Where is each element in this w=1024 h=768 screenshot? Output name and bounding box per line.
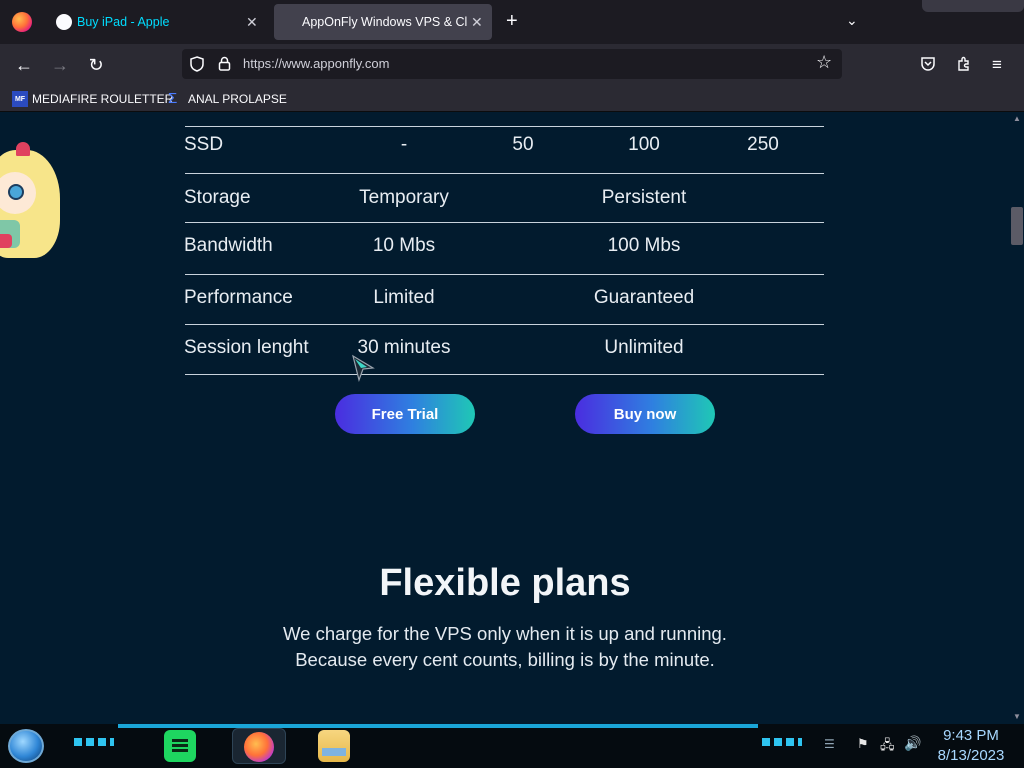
bookmark-mediafire-rouletter[interactable]: MF MEDIAFIRE ROULETTER	[12, 86, 173, 112]
tab-buy-ipad[interactable]: Buy iPad - Apple ✕	[44, 0, 272, 44]
paid-value: Persistent	[601, 187, 687, 208]
row-label: Storage	[184, 187, 251, 208]
arrow-left-icon: ←	[15, 54, 33, 75]
paid-value: 100 Mbs	[607, 235, 681, 256]
menu-hamburger-icon[interactable]: ≡	[992, 55, 1002, 75]
shield-icon[interactable]	[190, 56, 204, 72]
ssd-plan-value: 100	[628, 134, 660, 155]
web-page: SSD - 50 100 250 Storage Temporary Persi…	[0, 112, 1010, 724]
tab-apponfly[interactable]: AppOnFly Windows VPS & Clo ✕	[274, 4, 492, 40]
firefox-logo-icon	[244, 732, 274, 762]
arrow-right-icon: →	[51, 54, 69, 75]
bookmark-label: MEDIAFIRE ROULETTER	[32, 92, 174, 106]
extensions-icon[interactable]	[956, 56, 972, 72]
row-label: SSD	[184, 134, 224, 155]
start-orb-button[interactable]	[8, 729, 44, 763]
list-all-tabs-icon[interactable]: ⌄	[846, 12, 858, 29]
url-bar[interactable]: https://www.apponfly.com ☆	[182, 49, 842, 79]
tab-bar: Buy iPad - Apple ✕ AppOnFly Windows VPS …	[0, 0, 1024, 44]
taskbar-decoration	[762, 738, 802, 746]
action-center-flag-icon[interactable]: ⚑	[857, 736, 869, 752]
reload-icon: ↻	[88, 54, 104, 75]
window-decoration	[922, 0, 1024, 12]
new-tab-icon[interactable]: +	[506, 10, 518, 33]
show-hidden-icons-icon[interactable]: ☰	[824, 737, 835, 751]
back-button[interactable]: ←	[9, 44, 39, 86]
table-divider	[185, 126, 824, 127]
table-divider	[185, 324, 824, 325]
paid-value: Unlimited	[604, 337, 684, 358]
firefox-menu-icon[interactable]	[12, 12, 32, 32]
table-divider	[185, 274, 824, 275]
taskbar-glow	[118, 724, 758, 728]
table-divider	[185, 222, 824, 223]
trial-value: Temporary	[359, 187, 449, 208]
row-label: Session lenght	[184, 337, 309, 358]
ssd-plan-value: 250	[747, 134, 779, 155]
page-scrollbar[interactable]: ▲ ▼	[1010, 112, 1024, 724]
clock-time[interactable]: 9:43 PM	[926, 727, 1016, 744]
paid-value: Guaranteed	[593, 287, 695, 308]
sigma-favicon-icon: Σ	[168, 90, 178, 107]
buy-now-button[interactable]: Buy now	[575, 394, 715, 434]
reload-button[interactable]: ↻	[81, 44, 111, 86]
apple-favicon-icon	[56, 14, 72, 30]
bookmark-anal-prolapse[interactable]: Σ ANAL PROLAPSE	[168, 86, 287, 112]
url-text: https://www.apponfly.com	[243, 56, 390, 71]
firefox-app-icon[interactable]	[232, 728, 286, 764]
ssd-trial-value: -	[400, 134, 408, 155]
close-tab-icon[interactable]: ✕	[246, 14, 258, 31]
section-description-line: We charge for the VPS only when it is up…	[283, 623, 727, 644]
lines-icon	[172, 739, 188, 753]
row-label: Performance	[184, 287, 293, 308]
file-explorer-app-icon[interactable]	[318, 730, 350, 762]
bookmarks-toolbar: MF MEDIAFIRE ROULETTER Σ ANAL PROLAPSE	[0, 86, 1024, 112]
bookmark-label: ANAL PROLAPSE	[188, 92, 287, 106]
lock-icon[interactable]	[218, 56, 231, 71]
ssd-plan-value: 50	[512, 134, 534, 155]
mascot-sticker	[0, 140, 62, 264]
table-divider	[185, 173, 824, 174]
trial-value: Limited	[373, 287, 435, 308]
free-trial-button[interactable]: Free Trial	[335, 394, 475, 434]
spotify-app-icon[interactable]	[164, 730, 196, 762]
table-divider	[185, 374, 824, 375]
folder-tab-icon	[322, 748, 346, 756]
row-label: Bandwidth	[184, 235, 273, 256]
volume-icon[interactable]: 🔊	[904, 735, 921, 752]
network-icon[interactable]: 🖧	[880, 736, 895, 758]
section-description-line: Because every cent counts, billing is by…	[295, 649, 715, 670]
section-title: Flexible plans	[379, 562, 631, 604]
tab-label: Buy iPad - Apple	[77, 15, 170, 29]
mediafire-favicon-icon: MF	[12, 91, 28, 107]
pocket-icon[interactable]	[920, 56, 936, 72]
mascot-eye	[8, 184, 24, 200]
mouse-cursor-icon	[352, 354, 375, 382]
scrollbar-thumb[interactable]	[1011, 207, 1023, 245]
clock-date[interactable]: 8/13/2023	[926, 747, 1016, 764]
mascot-hand	[0, 234, 12, 248]
taskbar: ☰ ⚑ 🖧 🔊 9:43 PM 8/13/2023	[0, 724, 1024, 768]
navigation-toolbar: ← → ↻ https://www.apponfly.com ☆ ≡	[0, 44, 1024, 86]
trial-value: 10 Mbs	[372, 235, 436, 256]
tab-label: AppOnFly Windows VPS & Clo	[302, 15, 467, 29]
close-tab-icon[interactable]: ✕	[471, 14, 483, 31]
scroll-down-arrow-icon[interactable]: ▼	[1013, 712, 1021, 721]
bookmark-star-icon[interactable]: ☆	[816, 52, 832, 73]
mascot-horn	[16, 142, 30, 156]
forward-button[interactable]: →	[45, 44, 75, 86]
scroll-up-arrow-icon[interactable]: ▲	[1013, 114, 1021, 123]
taskbar-decoration	[74, 738, 114, 746]
